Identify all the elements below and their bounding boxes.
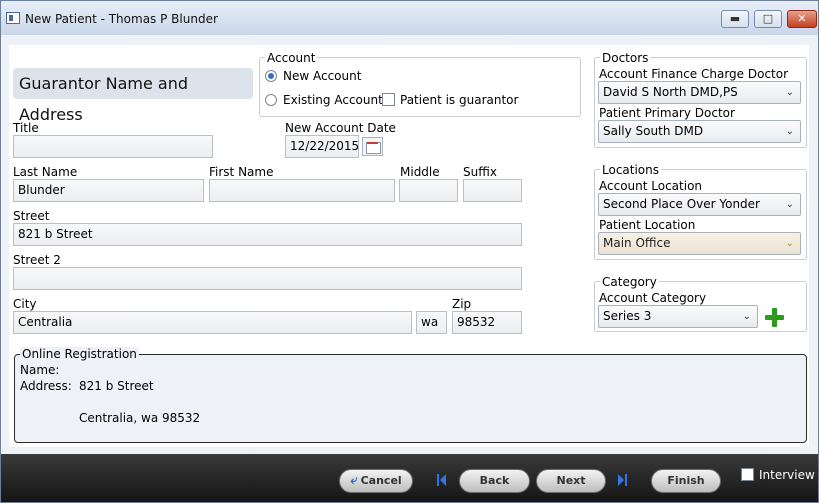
finance-doctor-label: Account Finance Charge Doctor bbox=[599, 67, 789, 81]
city-input[interactable]: Centralia bbox=[13, 311, 412, 334]
maximize-icon: □ bbox=[762, 12, 774, 25]
account-date-label: New Account Date bbox=[285, 121, 396, 135]
last-name-label: Last Name bbox=[13, 165, 78, 179]
chevron-down-icon: ⌄ bbox=[742, 311, 751, 322]
online-registration-legend: Online Registration bbox=[20, 347, 139, 361]
next-button[interactable]: Next bbox=[536, 469, 606, 493]
close-icon: ✕ bbox=[797, 12, 807, 25]
chevron-down-icon: ⌄ bbox=[785, 238, 794, 249]
city-label: City bbox=[13, 297, 37, 311]
cancel-button[interactable]: ⤶ Cancel bbox=[339, 469, 413, 493]
new-account-label[interactable]: New Account bbox=[283, 69, 361, 83]
online-address-line1: 821 b Street bbox=[79, 379, 154, 393]
state-input[interactable]: wa bbox=[416, 311, 447, 334]
locations-legend: Locations bbox=[600, 163, 662, 177]
account-location-select[interactable]: Second Place Over Yonder ⌄ bbox=[598, 193, 801, 216]
title-input[interactable] bbox=[13, 135, 213, 158]
account-category-label: Account Category bbox=[599, 291, 707, 305]
minimize-icon: ▬ bbox=[729, 12, 741, 25]
primary-doctor-value: Sally South DMD bbox=[603, 124, 704, 138]
interview-label[interactable]: Interview bbox=[759, 468, 815, 482]
online-address-line2: Centralia, wa 98532 bbox=[79, 411, 201, 425]
finance-doctor-value: David S North DMD,PS bbox=[603, 85, 738, 99]
title-bar: New Patient - Thomas P Blunder ▬ □ ✕ bbox=[1, 1, 818, 35]
online-address-label: Address: bbox=[20, 379, 72, 393]
app-icon bbox=[6, 12, 20, 24]
primary-doctor-label: Patient Primary Doctor bbox=[599, 106, 735, 120]
add-category-icon[interactable] bbox=[765, 308, 784, 327]
category-legend: Category bbox=[600, 275, 659, 289]
first-page-icon[interactable] bbox=[437, 474, 447, 486]
window-title: New Patient - Thomas P Blunder bbox=[25, 12, 218, 26]
suffix-input[interactable] bbox=[463, 179, 522, 202]
chevron-down-icon: ⌄ bbox=[785, 126, 794, 137]
street2-input[interactable] bbox=[13, 267, 522, 290]
street-input[interactable]: 821 b Street bbox=[13, 223, 522, 246]
patient-is-guarantor-label[interactable]: Patient is guarantor bbox=[400, 93, 518, 107]
account-location-label: Account Location bbox=[599, 179, 703, 193]
last-page-icon[interactable] bbox=[618, 474, 628, 486]
last-name-input[interactable]: Blunder bbox=[13, 179, 204, 202]
account-location-value: Second Place Over Yonder bbox=[603, 197, 760, 211]
account-legend: Account bbox=[265, 51, 318, 65]
account-group bbox=[259, 57, 581, 117]
cancel-label: Cancel bbox=[360, 474, 402, 487]
suffix-label: Suffix bbox=[463, 165, 497, 179]
interview-checkbox[interactable] bbox=[741, 468, 754, 481]
doctors-legend: Doctors bbox=[600, 51, 651, 65]
street2-label: Street 2 bbox=[13, 253, 61, 267]
account-date-input[interactable]: 12/22/2015 bbox=[285, 135, 359, 158]
first-name-label: First Name bbox=[209, 165, 274, 179]
close-button[interactable]: ✕ bbox=[787, 10, 817, 28]
middle-label: Middle bbox=[400, 165, 440, 179]
existing-account-label[interactable]: Existing Account bbox=[283, 93, 383, 107]
account-category-select[interactable]: Series 3 ⌄ bbox=[598, 305, 758, 328]
middle-input[interactable] bbox=[399, 179, 458, 202]
finish-button[interactable]: Finish bbox=[651, 469, 721, 493]
undo-arrow-icon: ⤶ bbox=[350, 473, 358, 488]
primary-doctor-select[interactable]: Sally South DMD ⌄ bbox=[598, 120, 801, 143]
chevron-down-icon: ⌄ bbox=[785, 199, 794, 210]
existing-account-radio[interactable] bbox=[265, 94, 277, 106]
online-name-label: Name: bbox=[20, 363, 60, 377]
calendar-icon[interactable] bbox=[362, 137, 383, 156]
zip-input[interactable]: 98532 bbox=[452, 311, 522, 334]
zip-label: Zip bbox=[452, 297, 472, 311]
back-label: Back bbox=[479, 474, 510, 487]
patient-location-value: Main Office bbox=[603, 236, 671, 250]
minimize-button[interactable]: ▬ bbox=[721, 10, 749, 28]
new-account-radio[interactable] bbox=[265, 70, 277, 82]
finish-label: Finish bbox=[667, 474, 705, 487]
street-label: Street bbox=[13, 209, 50, 223]
guarantor-header: Guarantor Name and Address bbox=[13, 68, 253, 124]
patient-location-label: Patient Location bbox=[599, 218, 696, 232]
patient-location-select[interactable]: Main Office ⌄ bbox=[598, 232, 801, 255]
next-label: Next bbox=[556, 474, 586, 487]
online-registration-group bbox=[14, 354, 807, 443]
new-patient-window: New Patient - Thomas P Blunder ▬ □ ✕ Gua… bbox=[0, 0, 819, 503]
finance-doctor-select[interactable]: David S North DMD,PS ⌄ bbox=[598, 81, 801, 104]
patient-is-guarantor-checkbox[interactable] bbox=[382, 93, 395, 106]
title-label: Title bbox=[13, 121, 39, 135]
first-name-input[interactable] bbox=[209, 179, 395, 202]
account-category-value: Series 3 bbox=[603, 309, 652, 323]
chevron-down-icon: ⌄ bbox=[785, 87, 794, 98]
maximize-button[interactable]: □ bbox=[754, 10, 782, 28]
back-button[interactable]: Back bbox=[459, 469, 530, 493]
